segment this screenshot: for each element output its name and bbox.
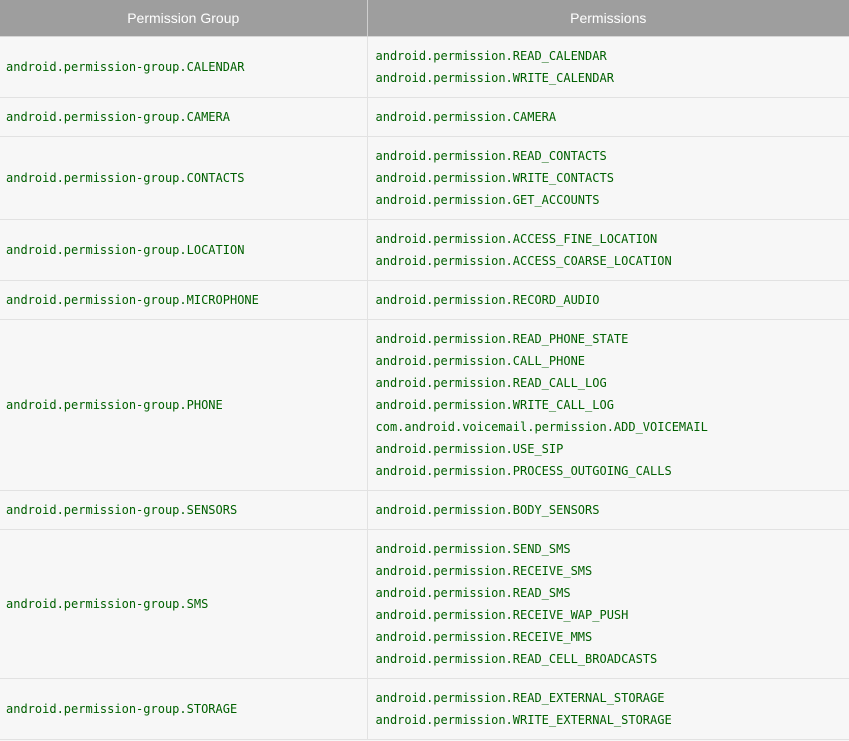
table-row: android.permission-group.CALENDAR android…: [0, 36, 849, 98]
permissions-cell: android.permission.RECORD_AUDIO: [367, 280, 849, 320]
permissions-cell: android.permission.READ_CALENDAR android.…: [367, 36, 849, 98]
table-row: android.permission-group.SENSORS android.…: [0, 490, 849, 530]
header-permissions: Permissions: [367, 0, 849, 37]
permissions-cell: android.permission.ACCESS_FINE_LOCATIONa…: [367, 219, 849, 281]
permission-item: android.permission.READ_CELL_BROADCASTS: [375, 652, 658, 666]
permission-group-cell: android.permission-group.PHONE: [0, 319, 368, 491]
permission-group-cell: android.permission-group.STORAGE: [0, 678, 368, 740]
permission-item: android.permission.GET_ACCOUNTS: [375, 193, 600, 207]
permission-item: android.permission.RECORD_AUDIO: [375, 293, 600, 307]
permission-item: android.permission.ACCESS_COARSE_LOCATIO…: [375, 254, 672, 268]
table-body: android.permission-group.CALENDAR android…: [0, 36, 849, 740]
table-row: android.permission-group.CAMERA android.p…: [0, 97, 849, 137]
permission-item: android.permission.READ_CONTACTS: [375, 149, 607, 163]
permissions-cell: android.permission.CAMERA: [367, 97, 849, 137]
permission-item: android.permission.WRITE_CALENDAR: [375, 71, 614, 85]
permissions-cell: android.permission.READ_EXTERNAL_STORAGE…: [367, 678, 849, 740]
permission-group-cell: android.permission-group.SMS: [0, 529, 368, 679]
table-row: android.permission-group.SMS android.perm…: [0, 529, 849, 679]
table-row: android.permission-group.LOCATION android…: [0, 219, 849, 281]
table-row: android.permission-group.CONTACTS android…: [0, 136, 849, 220]
table-header: Permission Group Permissions: [0, 0, 849, 37]
permission-item: com.android.voicemail.permission.ADD_VOI…: [375, 420, 708, 434]
permission-item: android.permission.SEND_SMS: [375, 542, 571, 556]
permission-item: android.permission.CAMERA: [375, 110, 557, 124]
permission-item: android.permission.WRITE_EXTERNAL_STORAG…: [375, 713, 672, 727]
header-permission-group: Permission Group: [0, 0, 368, 37]
permission-item: android.permission.RECEIVE_MMS: [375, 630, 593, 644]
permission-item: android.permission.BODY_SENSORS: [375, 503, 600, 517]
permission-item: android.permission.WRITE_CALL_LOG: [375, 398, 614, 412]
permission-item: android.permission.READ_CALL_LOG: [375, 376, 607, 390]
permission-item: android.permission.ACCESS_FINE_LOCATION: [375, 232, 658, 246]
permission-item: android.permission.READ_PHONE_STATE: [375, 332, 629, 346]
permissions-cell: android.permission.SEND_SMS android.permi…: [367, 529, 849, 679]
permission-item: android.permission.PROCESS_OUTGOING_CALL…: [375, 464, 672, 478]
permission-group-cell: android.permission-group.SENSORS: [0, 490, 368, 530]
permission-item: android.permission.CALL_PHONE: [375, 354, 586, 368]
permissions-cell: android.permission.READ_CONTACTS android.…: [367, 136, 849, 220]
table-row: android.permission-group.PHONE android.pe…: [0, 319, 849, 491]
permission-item: android.permission.READ_SMS: [375, 586, 571, 600]
permission-item: android.permission.WRITE_CONTACTS: [375, 171, 614, 185]
table-row: android.permission-group.MICROPHONE andro…: [0, 280, 849, 320]
permission-item: android.permission.READ_EXTERNAL_STORAGE: [375, 691, 665, 705]
table-row: android.permission-group.STORAGE android.…: [0, 678, 849, 740]
permissions-cell: android.permission.READ_PHONE_STATEandro…: [367, 319, 849, 491]
permission-item: android.permission.RECEIVE_WAP_PUSH: [375, 608, 629, 622]
permission-group-cell: android.permission-group.MICROPHONE: [0, 280, 368, 320]
permissions-table: Permission Group Permissions android.per…: [0, 0, 849, 740]
permission-group-cell: android.permission-group.LOCATION: [0, 219, 368, 281]
permission-group-cell: android.permission-group.CONTACTS: [0, 136, 368, 220]
permission-group-cell: android.permission-group.CALENDAR: [0, 36, 368, 98]
permission-group-cell: android.permission-group.CAMERA: [0, 97, 368, 137]
permissions-cell: android.permission.BODY_SENSORS: [367, 490, 849, 530]
header-row: Permission Group Permissions: [0, 0, 849, 37]
permission-item: android.permission.READ_CALENDAR: [375, 49, 607, 63]
permission-item: android.permission.RECEIVE_SMS: [375, 564, 593, 578]
permission-item: android.permission.USE_SIP: [375, 442, 564, 456]
